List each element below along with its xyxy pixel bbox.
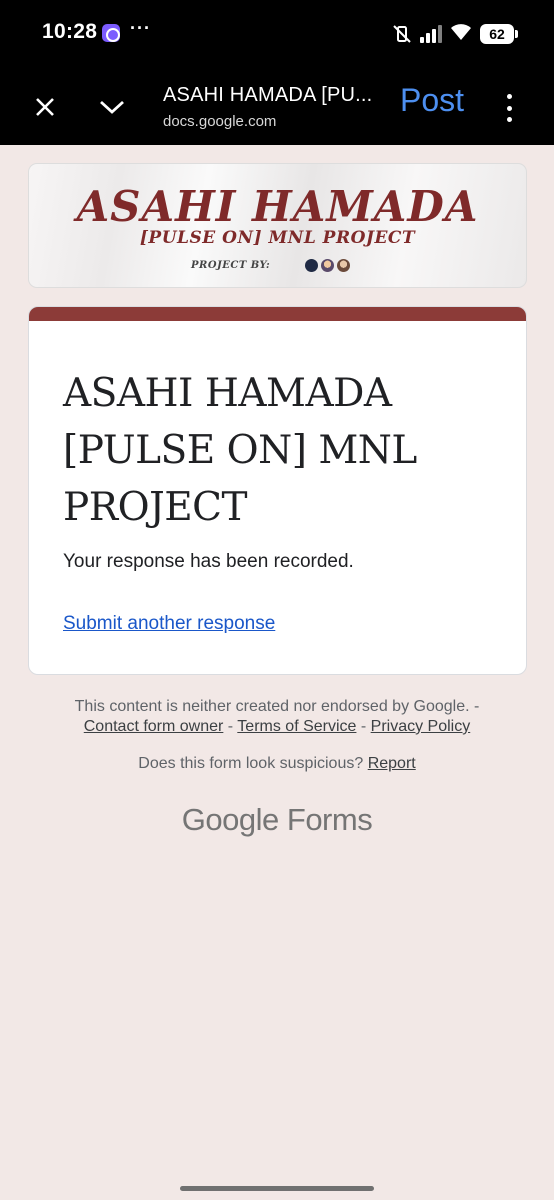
vibrate-mute-icon bbox=[392, 24, 412, 44]
google-forms-logo[interactable]: Google Forms bbox=[0, 802, 554, 838]
google-wordmark: Google bbox=[181, 802, 279, 837]
banner-avatars bbox=[305, 259, 350, 272]
battery-icon: 62 bbox=[480, 24, 518, 44]
report-row: Does this form look suspicious? Report bbox=[0, 755, 554, 773]
footer-links: Contact form owner - Terms of Service - … bbox=[0, 718, 554, 736]
confirmation-card: ASAHI HAMADA [PULSE ON] MNL PROJECT Your… bbox=[28, 306, 527, 675]
close-button[interactable] bbox=[28, 90, 62, 124]
chevron-down-icon bbox=[100, 100, 124, 114]
avatar bbox=[337, 259, 350, 272]
kebab-dot bbox=[506, 105, 512, 111]
terms-link[interactable]: Terms of Service bbox=[237, 718, 356, 735]
page-url: docs.google.com bbox=[163, 113, 277, 130]
avatar bbox=[321, 259, 334, 272]
report-link[interactable]: Report bbox=[368, 755, 416, 772]
submit-another-link[interactable]: Submit another response bbox=[63, 613, 275, 635]
confirmation-message: Your response has been recorded. bbox=[63, 551, 354, 572]
footer-disclaimer: This content is neither created nor endo… bbox=[74, 698, 480, 715]
home-indicator[interactable] bbox=[180, 1186, 374, 1191]
banner-project-by: PROJECT BY: bbox=[191, 260, 271, 271]
close-icon bbox=[36, 98, 54, 116]
browser-toolbar: ASAHI HAMADA [PU... docs.google.com Post bbox=[0, 70, 554, 145]
fingerprint-notification-icon bbox=[102, 24, 120, 42]
banner-title: ASAHI HAMADA bbox=[76, 182, 479, 231]
avatar bbox=[305, 259, 318, 272]
banner-subtitle: [PULSE ON] MNL PROJECT bbox=[139, 228, 416, 248]
form-title: ASAHI HAMADA [PULSE ON] MNL PROJECT bbox=[63, 371, 417, 530]
more-options-button[interactable] bbox=[500, 94, 518, 122]
more-notifications-icon: ··· bbox=[130, 18, 151, 38]
footer-separator: - bbox=[223, 718, 238, 735]
footer-separator: - bbox=[356, 718, 371, 735]
kebab-dot bbox=[506, 94, 512, 99]
status-bar: 10:28 ··· 62 bbox=[0, 0, 554, 70]
cell-signal-icon bbox=[420, 25, 442, 43]
page-title: ASAHI HAMADA [PU... bbox=[163, 84, 373, 106]
card-accent-bar bbox=[29, 307, 526, 321]
privacy-link[interactable]: Privacy Policy bbox=[371, 718, 471, 735]
form-header-banner: ASAHI HAMADA [PULSE ON] MNL PROJECT PROJ… bbox=[28, 163, 527, 288]
status-time: 10:28 bbox=[42, 20, 98, 43]
kebab-dot bbox=[506, 117, 512, 122]
contact-owner-link[interactable]: Contact form owner bbox=[84, 718, 224, 735]
post-button[interactable]: Post bbox=[400, 82, 464, 119]
wifi-icon bbox=[450, 23, 472, 46]
suspicious-text: Does this form look suspicious? bbox=[138, 755, 368, 772]
minimize-button[interactable] bbox=[95, 90, 129, 124]
status-icons: 62 bbox=[392, 22, 518, 46]
forms-wordmark: Forms bbox=[278, 802, 373, 837]
